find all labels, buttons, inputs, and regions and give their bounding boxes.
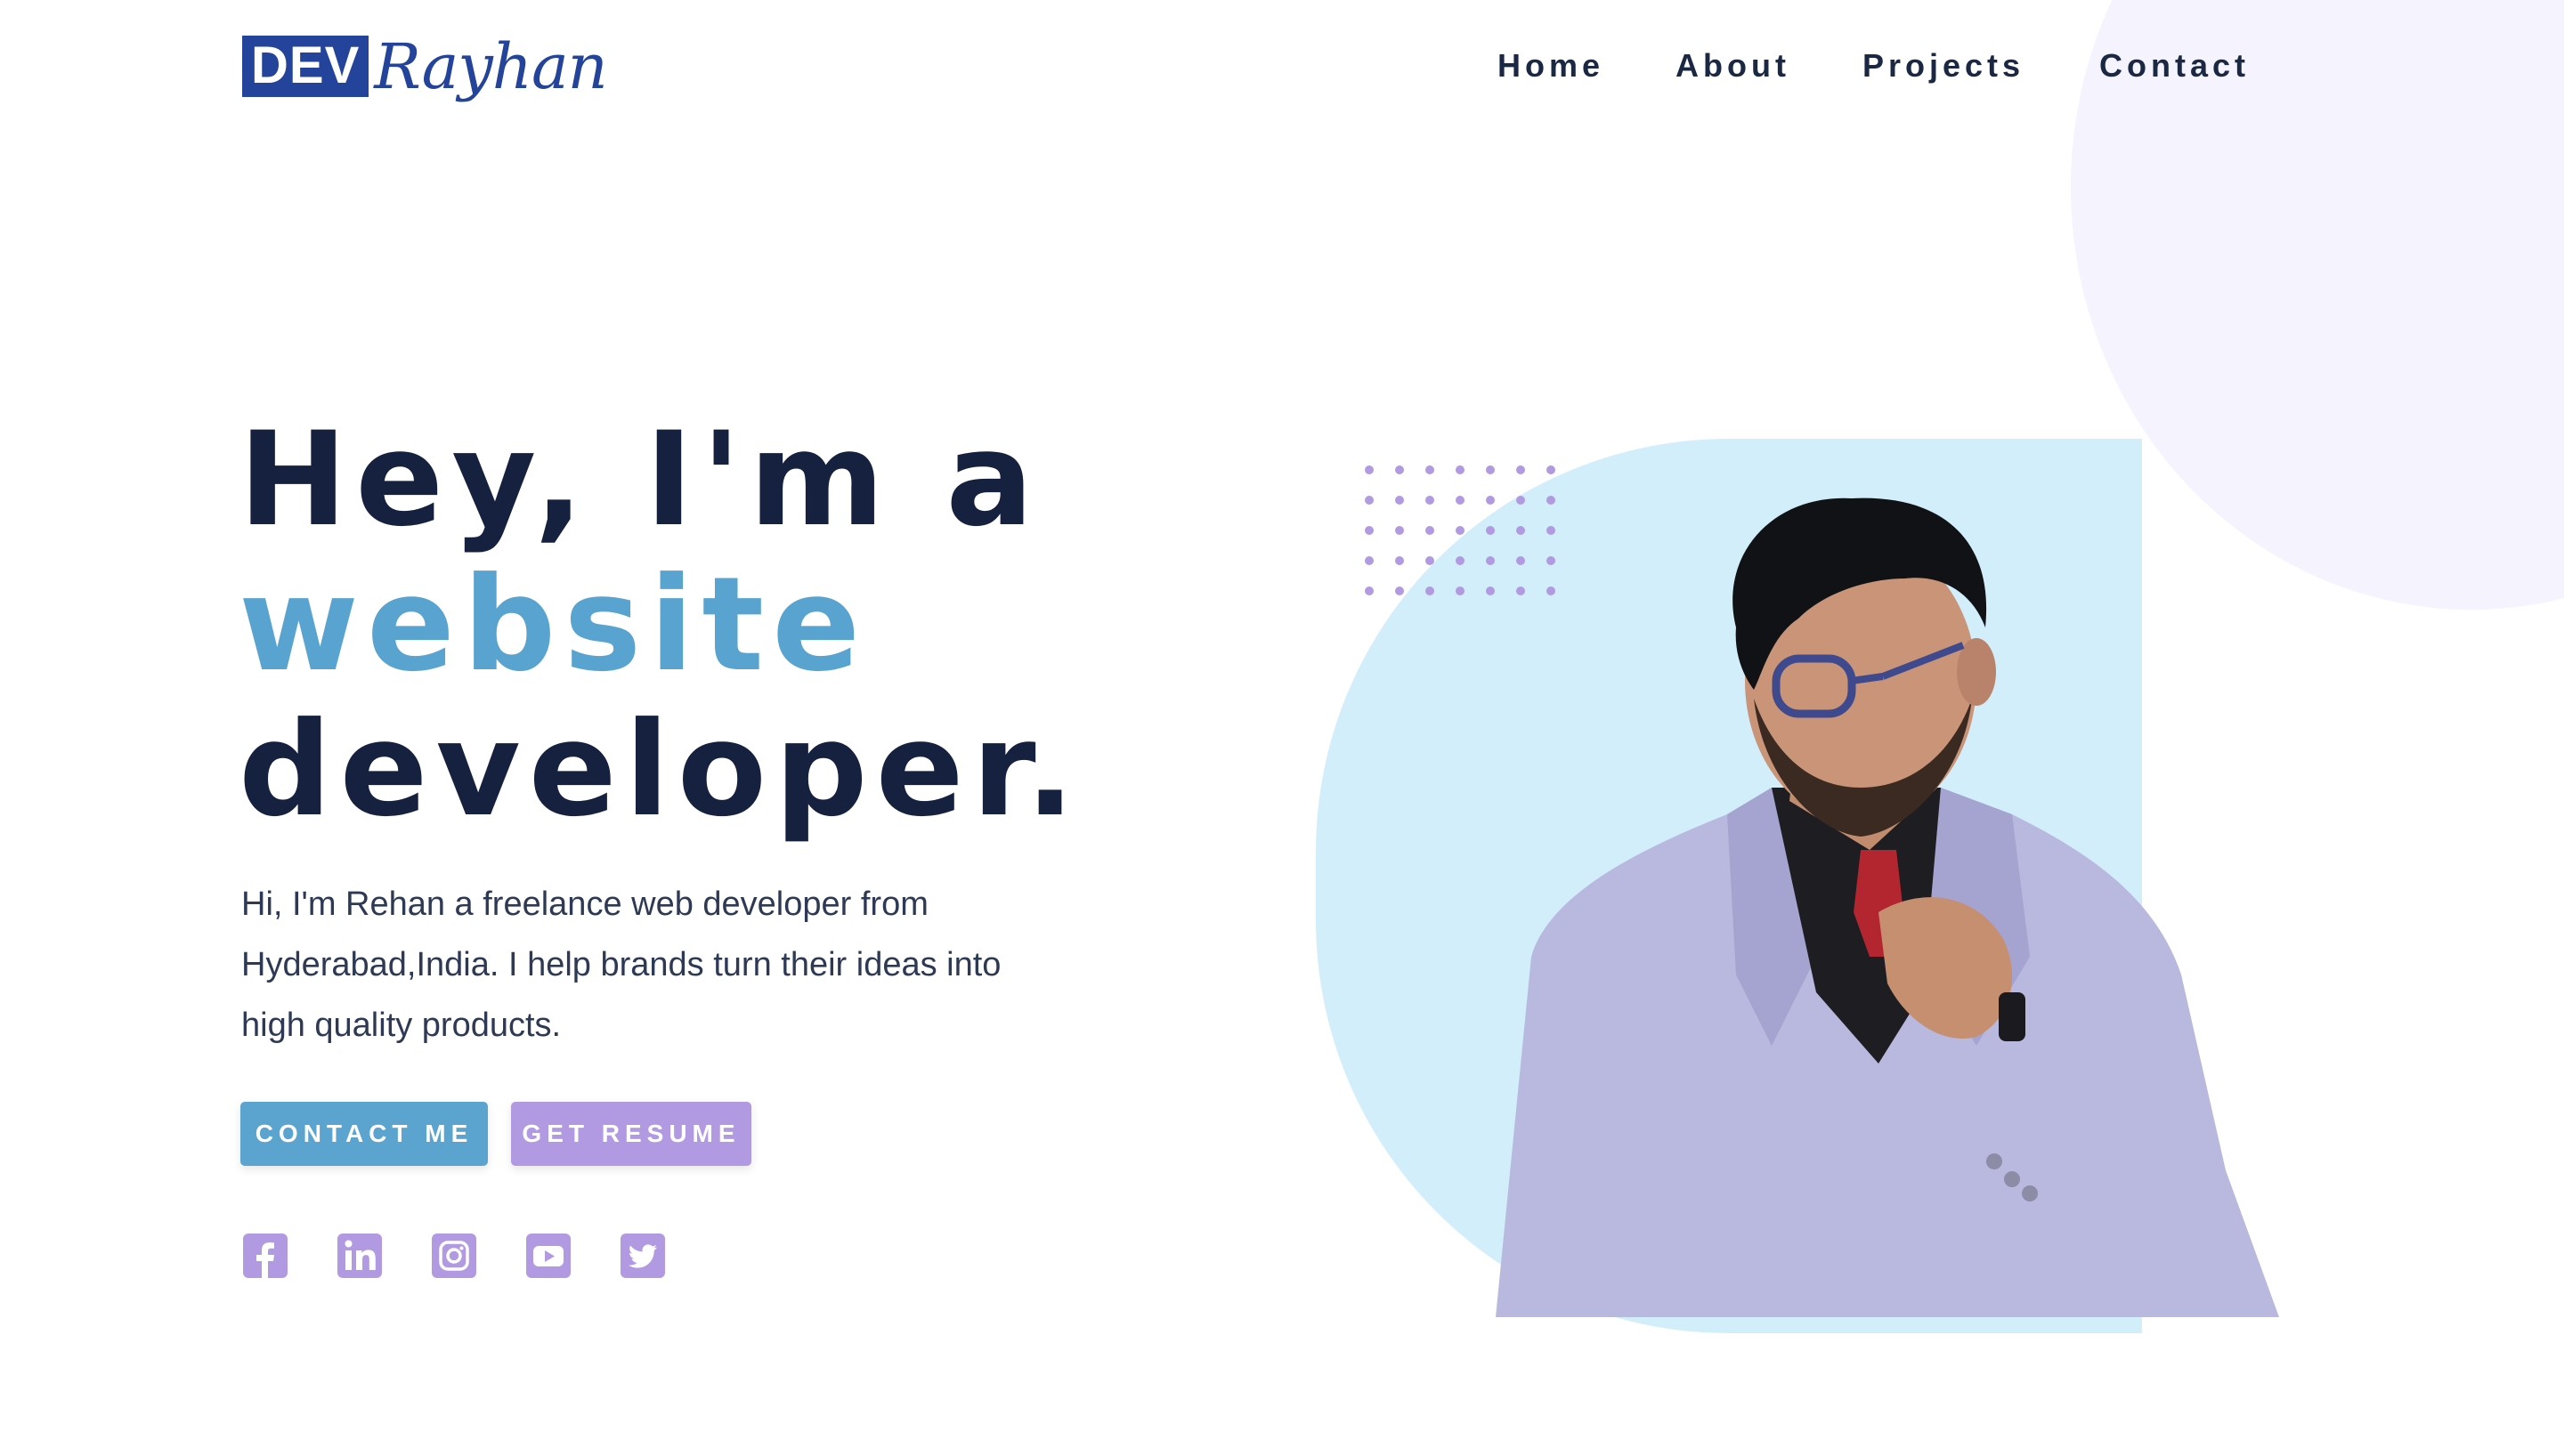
developer-portrait (1496, 497, 2279, 1317)
nav-link-projects[interactable]: Projects (1862, 41, 2099, 91)
intro-line-1: Hi, I'm Rehan a freelance web developer … (241, 886, 929, 923)
instagram-icon[interactable] (431, 1233, 477, 1279)
nav-link-contact[interactable]: Contact (2099, 41, 2277, 91)
main-nav: Home About Projects Contact (1497, 41, 2277, 91)
contact-me-button[interactable]: CONTACT ME (240, 1102, 488, 1166)
get-resume-button[interactable]: GET RESUME (511, 1102, 751, 1166)
site-logo[interactable]: DEV Rayhan (242, 21, 608, 110)
facebook-icon[interactable] (242, 1233, 288, 1279)
nav-link-about[interactable]: About (1676, 41, 1862, 91)
headline-line-2: website (239, 549, 869, 700)
headline-line-1: Hey, I'm a (239, 404, 1042, 555)
hero-headline: Hey, I'm a website developer. (239, 408, 1083, 843)
logo-script-name: Rayhan (374, 30, 607, 103)
hero-intro: Hi, I'm Rehan a freelance web developer … (241, 874, 1114, 1056)
intro-line-2: Hyderabad,India. I help brands turn thei… (241, 946, 1002, 983)
nav-link-home[interactable]: Home (1497, 41, 1676, 91)
landing-page: DEV Rayhan Home About Projects Contact H… (0, 0, 2564, 1456)
logo-badge: DEV (242, 35, 369, 97)
headline-line-3: developer. (239, 694, 1083, 845)
intro-line-3: high quality products. (241, 1007, 562, 1044)
social-links (242, 1233, 714, 1279)
linkedin-icon[interactable] (337, 1233, 383, 1279)
twitter-icon[interactable] (620, 1233, 666, 1279)
youtube-icon[interactable] (525, 1233, 572, 1279)
